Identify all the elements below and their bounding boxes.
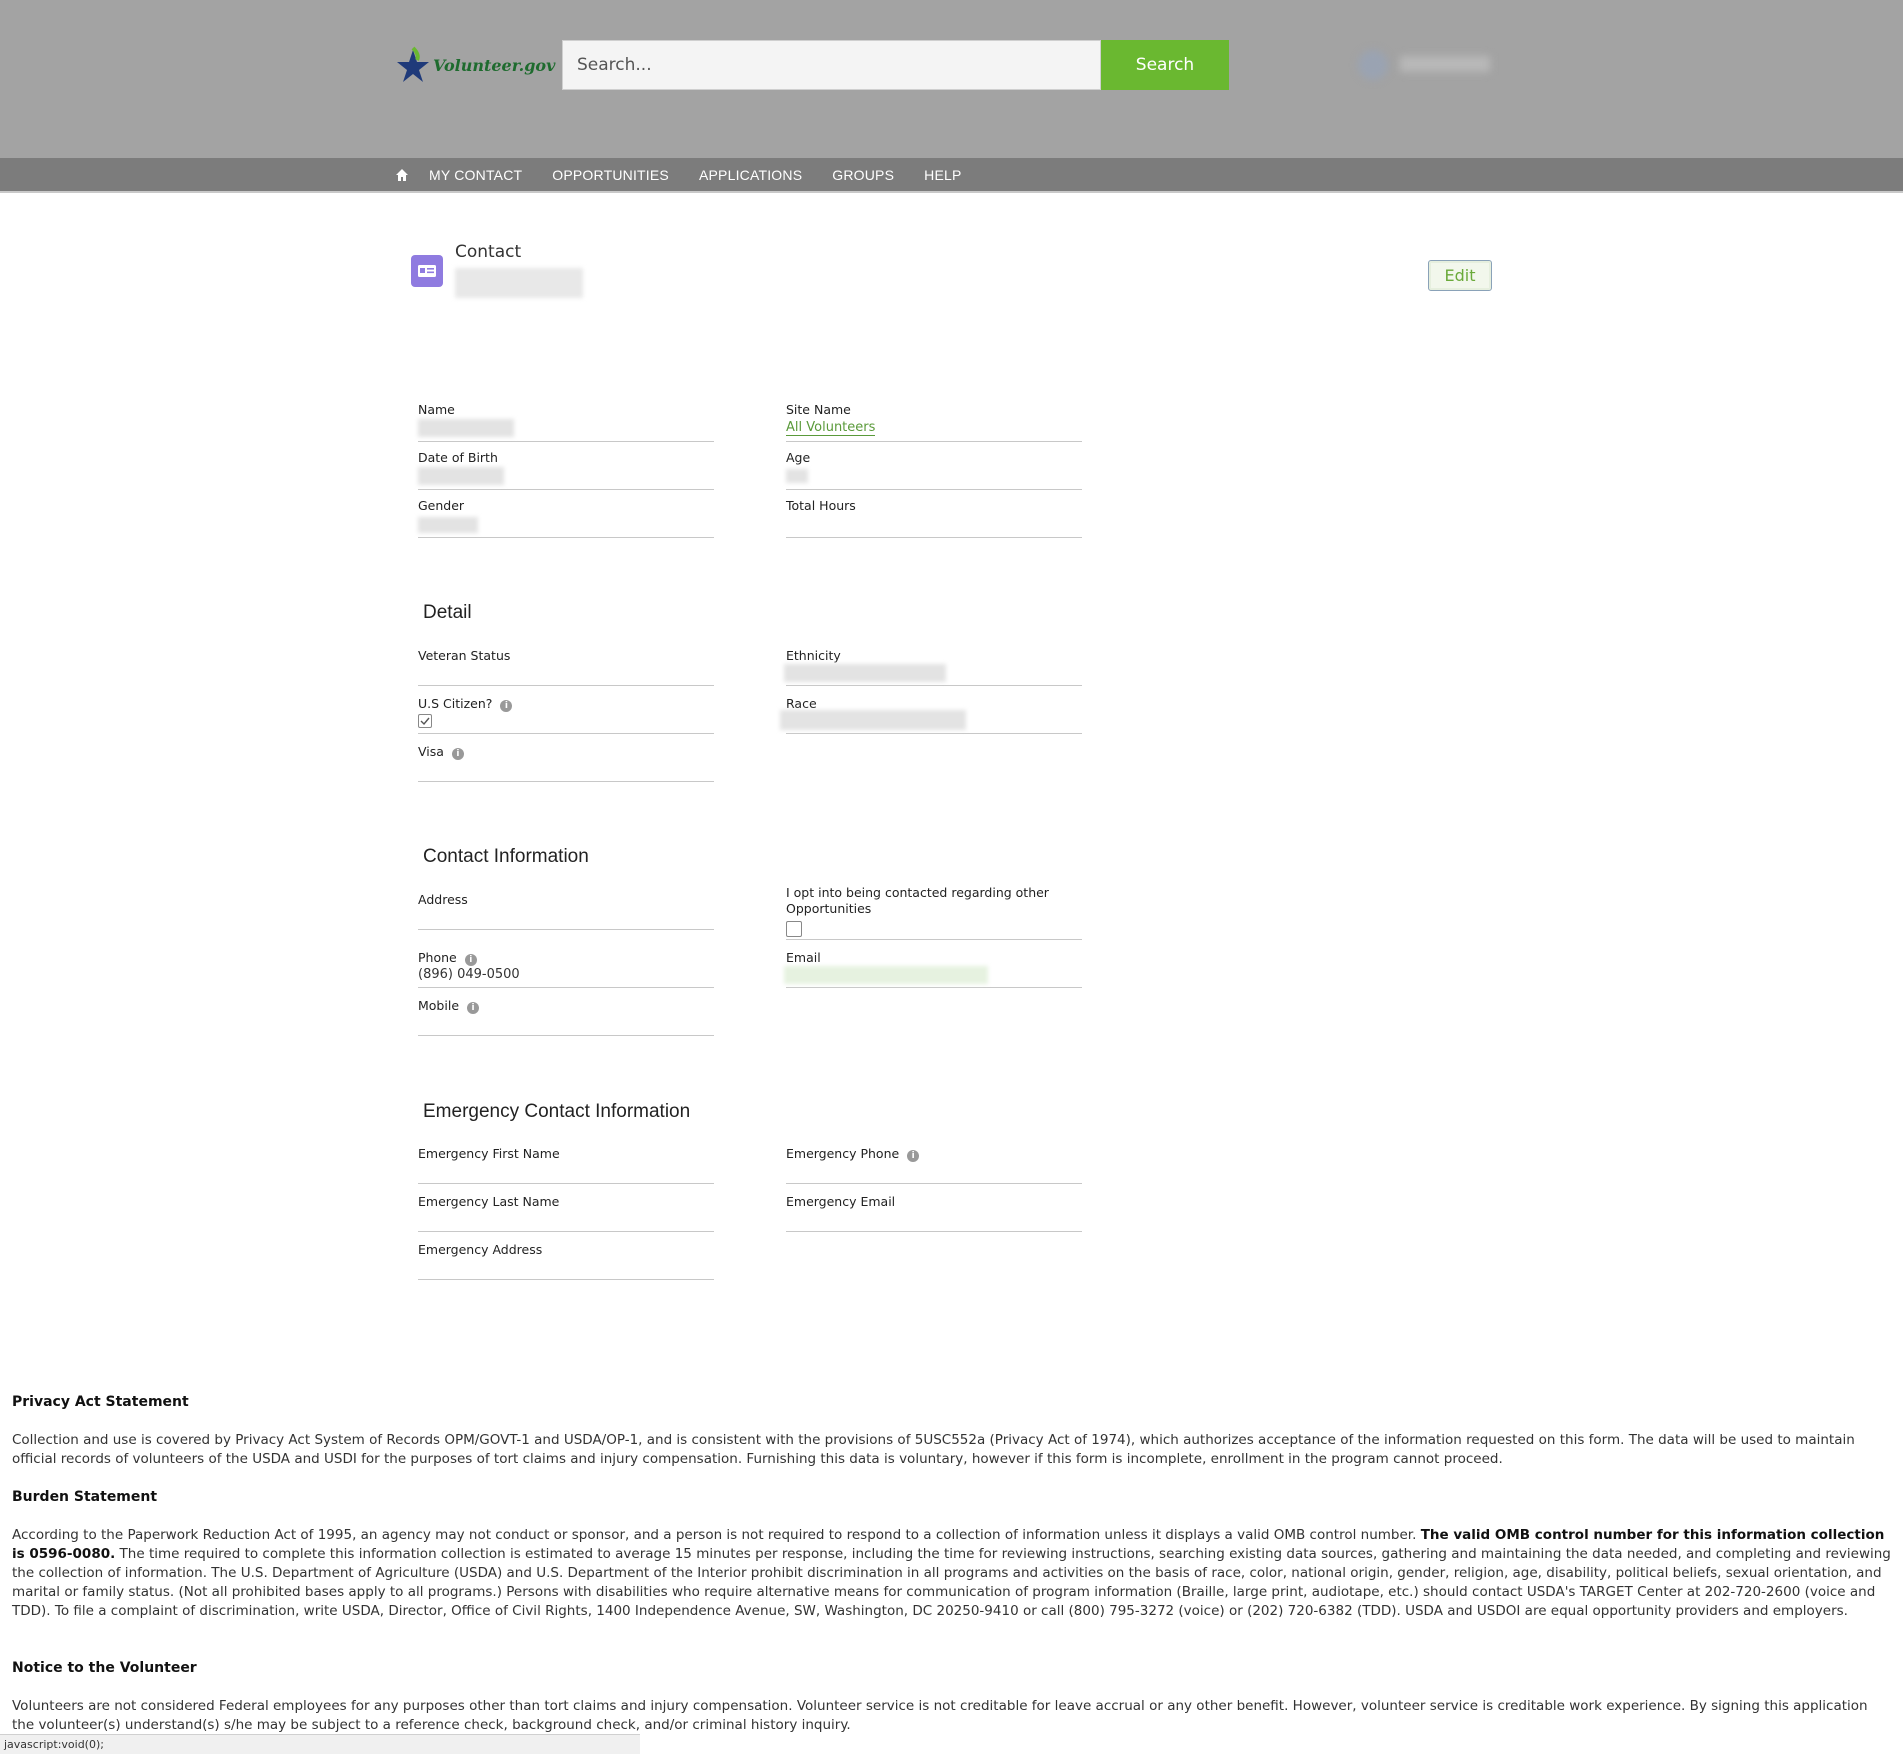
notice-text: Volunteers are not considered Federal em… (12, 1698, 1868, 1733)
main-nav: MY CONTACT OPPORTUNITIES APPLICATIONS GR… (0, 158, 1903, 193)
ethnicity-field: Ethnicity (784, 646, 1082, 686)
detail-section-title: Detail (423, 602, 472, 623)
page-title: Contact (455, 242, 522, 262)
search-box (562, 40, 1101, 90)
opt-in-checkbox[interactable] (786, 921, 802, 937)
emergency-address-label: Emergency Address (418, 1242, 543, 1257)
site-header: Volunteer.gov Search (0, 0, 1903, 158)
name-value-blurred (418, 419, 514, 437)
opt-in-label: I opt into being contacted regarding oth… (786, 885, 1049, 916)
opt-in-field: I opt into being contacted regarding oth… (786, 884, 1082, 940)
checkmark-icon (420, 717, 430, 726)
ethnicity-label: Ethnicity (786, 648, 841, 663)
emergency-last-name-label: Emergency Last Name (418, 1194, 560, 1209)
veteran-status-label: Veteran Status (418, 648, 511, 663)
nav-groups[interactable]: GROUPS (832, 167, 894, 183)
race-value-blurred (780, 710, 966, 730)
email-field: Email (784, 948, 1082, 988)
contact-info-section-title: Contact Information (423, 846, 589, 867)
emergency-phone-field: Emergency Phone i (786, 1144, 1082, 1184)
veteran-status-field: Veteran Status (418, 646, 714, 686)
nav-my-contact[interactable]: MY CONTACT (429, 167, 522, 183)
visa-field: Visa i (418, 742, 714, 782)
email-label: Email (786, 950, 821, 965)
info-icon[interactable]: i (907, 1150, 920, 1162)
avatar (1358, 50, 1388, 80)
age-field: Age (786, 448, 1082, 490)
emergency-last-name-field: Emergency Last Name (418, 1192, 714, 1232)
notice-heading: Notice to the Volunteer (12, 1660, 197, 1676)
browser-status-bar: javascript:void(0); (0, 1734, 640, 1754)
age-label: Age (786, 450, 811, 465)
privacy-act-heading: Privacy Act Statement (12, 1394, 189, 1410)
home-icon[interactable] (395, 168, 409, 182)
volunteer-gov-logo[interactable]: Volunteer.gov (395, 46, 555, 86)
nav-applications[interactable]: APPLICATIONS (699, 167, 802, 183)
site-name-label: Site Name (786, 402, 851, 417)
info-icon[interactable]: i (500, 700, 513, 712)
phone-value: (896) 049-0500 (418, 967, 520, 982)
info-icon[interactable]: i (467, 1002, 480, 1014)
contact-card-icon (411, 255, 443, 287)
privacy-act-text: Collection and use is covered by Privacy… (12, 1432, 1855, 1467)
emergency-first-name-label: Emergency First Name (418, 1146, 560, 1161)
ethnicity-value-blurred (784, 664, 946, 682)
dob-label: Date of Birth (418, 450, 498, 465)
info-icon[interactable]: i (464, 954, 477, 966)
nav-opportunities[interactable]: OPPORTUNITIES (552, 167, 669, 183)
edit-button[interactable]: Edit (1428, 260, 1492, 291)
name-field: Name (418, 400, 714, 442)
star-logo-icon (397, 46, 429, 82)
visa-label: Visa i (418, 744, 464, 760)
age-value-blurred (786, 469, 808, 483)
gender-field: Gender (418, 496, 714, 538)
site-name-field: Site Name All Volunteers (786, 400, 1082, 442)
us-citizen-field: U.S Citizen? i (418, 694, 714, 734)
search-input[interactable] (563, 41, 1100, 89)
emergency-address-field: Emergency Address (418, 1240, 714, 1280)
emergency-email-field: Emergency Email (786, 1192, 1082, 1232)
gender-label: Gender (418, 498, 465, 513)
search-button[interactable]: Search (1101, 40, 1229, 90)
mobile-field: Mobile i (418, 996, 714, 1036)
us-citizen-checkbox[interactable] (418, 714, 432, 728)
emergency-phone-label: Emergency Phone i (786, 1146, 920, 1162)
contact-name-blurred (455, 268, 583, 298)
dob-value-blurred (418, 467, 504, 485)
emergency-first-name-field: Emergency First Name (418, 1144, 714, 1184)
emergency-section-title: Emergency Contact Information (423, 1101, 691, 1122)
logo-text: Volunteer.gov (433, 56, 556, 75)
emergency-email-label: Emergency Email (786, 1194, 896, 1209)
burden-statement-heading: Burden Statement (12, 1489, 158, 1505)
user-name-blurred (1400, 56, 1490, 72)
phone-field: Phone i (896) 049-0500 (418, 948, 714, 988)
email-value-blurred[interactable] (784, 966, 988, 984)
race-label: Race (786, 696, 817, 711)
user-menu[interactable] (1358, 46, 1498, 80)
address-field: Address (418, 890, 714, 930)
gender-value-blurred (418, 517, 478, 533)
mobile-label: Mobile i (418, 998, 480, 1014)
burden-statement-text: According to the Paperwork Reduction Act… (12, 1527, 1891, 1619)
total-hours-field: Total Hours (786, 496, 1082, 538)
site-name-link[interactable]: All Volunteers (786, 420, 876, 436)
race-field: Race (780, 694, 1082, 734)
total-hours-label: Total Hours (786, 498, 856, 513)
nav-help[interactable]: HELP (924, 167, 961, 183)
info-icon[interactable]: i (451, 748, 464, 760)
address-label: Address (418, 892, 468, 907)
dob-field: Date of Birth (418, 448, 714, 490)
us-citizen-label: U.S Citizen? i (418, 696, 513, 712)
phone-label: Phone i (418, 950, 477, 966)
name-label: Name (418, 402, 455, 417)
